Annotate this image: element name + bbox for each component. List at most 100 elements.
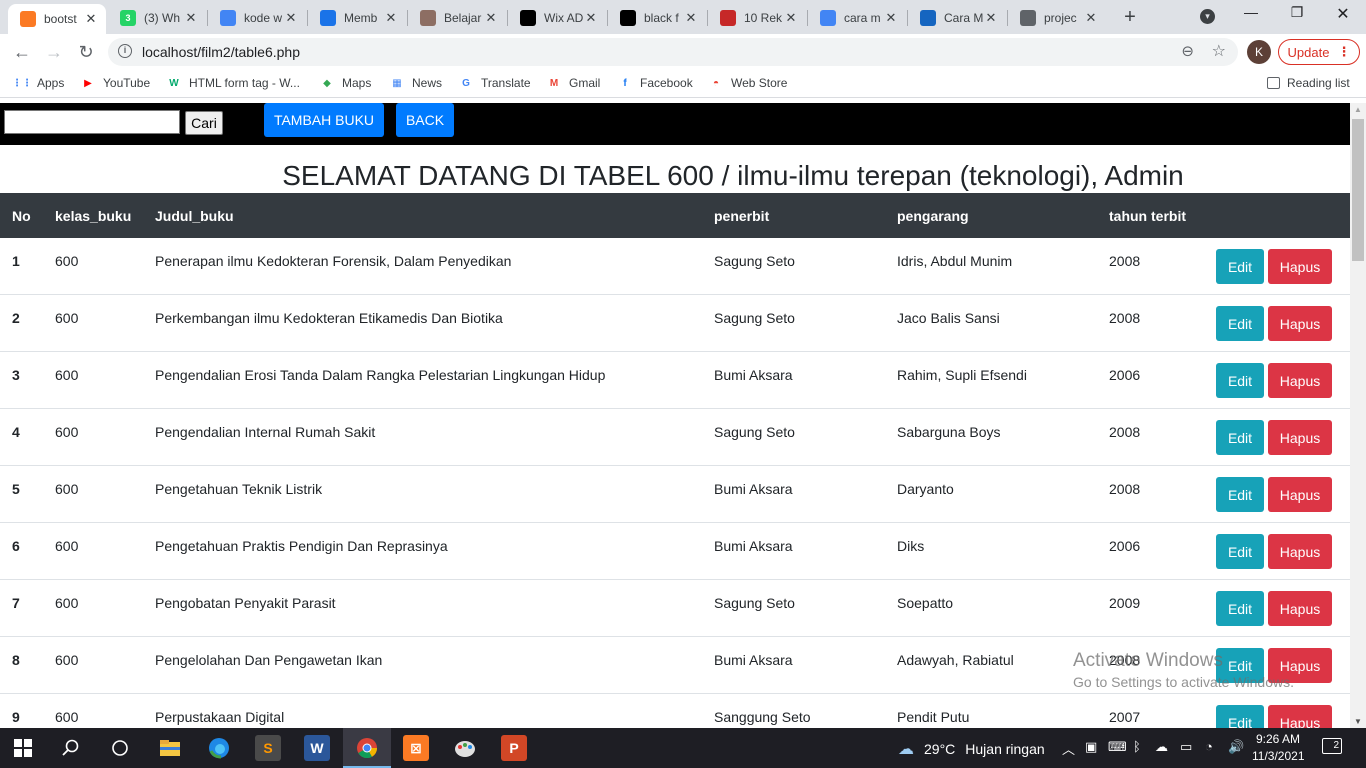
weather-widget[interactable]: ☁ 29°C Hujan ringan bbox=[898, 739, 1045, 759]
network-monitor-icon[interactable]: ▣ bbox=[1085, 739, 1097, 755]
table-row: 4 600 Pengendalian Internal Rumah Sakit Sag… bbox=[0, 409, 1350, 466]
delete-button[interactable]: Hapus bbox=[1268, 420, 1332, 455]
close-tab-icon[interactable]: ✕ bbox=[184, 10, 198, 26]
bookmark-item[interactable]: ◆ Maps bbox=[319, 76, 371, 90]
vertical-scrollbar[interactable]: ▲ ▼ bbox=[1350, 103, 1366, 728]
bookmark-item[interactable]: G Translate bbox=[458, 76, 530, 90]
delete-button[interactable]: Hapus bbox=[1268, 363, 1332, 398]
forward-arrow-icon[interactable]: → bbox=[42, 41, 66, 63]
browser-tab[interactable]: Cara M ✕ bbox=[908, 4, 1006, 32]
browser-tab[interactable]: Wix AD ✕ bbox=[508, 4, 606, 32]
browser-tab[interactable]: black f ✕ bbox=[608, 4, 706, 32]
chrome-icon[interactable] bbox=[354, 735, 380, 761]
delete-button[interactable]: Hapus bbox=[1268, 477, 1332, 512]
reading-list-button[interactable]: Reading list bbox=[1267, 76, 1350, 90]
back-button[interactable]: BACK bbox=[396, 103, 454, 137]
bookmark-item[interactable]: f Facebook bbox=[617, 76, 692, 90]
edge-browser-icon[interactable] bbox=[206, 735, 232, 761]
tab-search-icon[interactable]: ▾ bbox=[1200, 9, 1215, 24]
browser-tab[interactable]: 3 (3) Wh ✕ bbox=[108, 4, 206, 32]
show-hidden-icons[interactable]: ︿ bbox=[1062, 739, 1075, 758]
bookmark-item[interactable]: ◓ Web Store bbox=[708, 76, 788, 90]
edit-button[interactable]: Edit bbox=[1216, 477, 1264, 512]
battery-icon[interactable]: ▭ bbox=[1180, 739, 1192, 755]
edit-button[interactable]: Edit bbox=[1216, 705, 1264, 728]
bookmark-item[interactable]: W HTML form tag - W... bbox=[166, 76, 300, 90]
close-tab-icon[interactable]: ✕ bbox=[784, 10, 798, 26]
close-tab-icon[interactable]: ✕ bbox=[1084, 10, 1098, 26]
windows-start-icon[interactable] bbox=[10, 735, 36, 761]
word-icon[interactable]: W bbox=[304, 735, 330, 761]
browser-tab[interactable]: Belajar ✕ bbox=[408, 4, 506, 32]
site-info-icon[interactable]: i bbox=[118, 44, 132, 58]
cell-penerbit: Sagung Seto bbox=[714, 424, 795, 440]
webstore-icon: ◓ bbox=[712, 77, 720, 89]
close-window-button[interactable]: ✕ bbox=[1320, 4, 1366, 24]
new-tab-button[interactable]: + bbox=[1118, 6, 1142, 29]
page-title: SELAMAT DATANG DI TABEL 600 / ilmu-ilmu … bbox=[282, 160, 1184, 191]
search-button[interactable]: Cari bbox=[185, 111, 223, 135]
search-icon[interactable] bbox=[58, 735, 84, 761]
bookmark-item[interactable]: ▦ News bbox=[389, 76, 442, 90]
delete-button[interactable]: Hapus bbox=[1268, 648, 1332, 683]
bookmark-item[interactable]: ⋮⋮ Apps bbox=[12, 76, 64, 90]
url-text[interactable]: localhost/film2/table6.php bbox=[142, 44, 300, 60]
edit-button[interactable]: Edit bbox=[1216, 591, 1264, 626]
volume-icon[interactable]: 🔊 bbox=[1228, 739, 1244, 755]
bookmark-star-icon[interactable]: ☆ bbox=[1212, 41, 1226, 61]
reload-icon[interactable]: ↻ bbox=[74, 41, 98, 63]
xampp-icon[interactable]: ⊠ bbox=[403, 735, 429, 761]
browser-tab[interactable]: Memb ✕ bbox=[308, 4, 406, 32]
close-tab-icon[interactable]: ✕ bbox=[484, 10, 498, 26]
search-input[interactable] bbox=[4, 110, 180, 134]
scroll-up-arrow-icon[interactable]: ▲ bbox=[1354, 105, 1362, 114]
browser-tab[interactable]: projec ✕ bbox=[1008, 4, 1106, 32]
notification-center-icon[interactable]: 2 bbox=[1322, 736, 1342, 754]
scrollbar-thumb[interactable] bbox=[1352, 119, 1364, 261]
onscreen-keyboard-icon[interactable]: ⌨ bbox=[1108, 739, 1127, 755]
close-tab-icon[interactable]: ✕ bbox=[884, 10, 898, 26]
close-tab-icon[interactable]: ✕ bbox=[684, 10, 698, 26]
close-tab-icon[interactable]: ✕ bbox=[284, 10, 298, 26]
edit-button[interactable]: Edit bbox=[1216, 420, 1264, 455]
close-tab-icon[interactable]: ✕ bbox=[384, 10, 398, 26]
profile-avatar[interactable]: K bbox=[1247, 40, 1271, 64]
delete-button[interactable]: Hapus bbox=[1268, 591, 1332, 626]
delete-button[interactable]: Hapus bbox=[1268, 249, 1332, 284]
browser-tab[interactable]: 10 Rek ✕ bbox=[708, 4, 806, 32]
delete-button[interactable]: Hapus bbox=[1268, 534, 1332, 569]
maximize-button[interactable]: ❐ bbox=[1274, 4, 1320, 21]
close-tab-icon[interactable]: ✕ bbox=[584, 10, 598, 26]
edit-button[interactable]: Edit bbox=[1216, 306, 1264, 341]
edit-button[interactable]: Edit bbox=[1216, 363, 1264, 398]
add-book-button[interactable]: TAMBAH BUKU bbox=[264, 103, 384, 137]
powerpoint-icon[interactable]: P bbox=[501, 735, 527, 761]
edit-button[interactable]: Edit bbox=[1216, 648, 1264, 683]
update-button[interactable]: Update ⋮ bbox=[1278, 39, 1360, 65]
close-tab-icon[interactable]: ✕ bbox=[984, 10, 998, 26]
close-tab-icon[interactable]: ✕ bbox=[84, 11, 98, 27]
zoom-icon[interactable]: ⊖ bbox=[1181, 42, 1194, 60]
minimize-button[interactable]: — bbox=[1228, 4, 1274, 20]
bluetooth-icon[interactable]: ᛒ bbox=[1133, 739, 1141, 754]
edit-button[interactable]: Edit bbox=[1216, 249, 1264, 284]
browser-tab[interactable]: cara m ✕ bbox=[808, 4, 906, 32]
onedrive-cloud-icon[interactable]: ☁ bbox=[1155, 739, 1168, 755]
sublime-text-icon[interactable]: S bbox=[255, 735, 281, 761]
scroll-down-arrow-icon[interactable]: ▼ bbox=[1354, 717, 1362, 726]
back-arrow-icon[interactable]: ← bbox=[10, 41, 34, 63]
system-clock[interactable]: 9:26 AM 11/3/2021 bbox=[1252, 731, 1305, 765]
cell-penerbit: Sagung Seto bbox=[714, 595, 795, 611]
file-explorer-icon[interactable] bbox=[157, 735, 183, 761]
bookmark-item[interactable]: M Gmail bbox=[546, 76, 601, 90]
edit-button[interactable]: Edit bbox=[1216, 534, 1264, 569]
task-view-icon[interactable] bbox=[107, 735, 133, 761]
address-bar[interactable]: i localhost/film2/table6.php ⊖ ☆ bbox=[108, 38, 1238, 66]
wifi-icon[interactable]: ◔ bbox=[1205, 739, 1213, 754]
browser-tab[interactable]: bootst ✕ bbox=[8, 4, 106, 34]
paint-icon[interactable] bbox=[452, 735, 478, 761]
delete-button[interactable]: Hapus bbox=[1268, 306, 1332, 341]
browser-tab[interactable]: kode w ✕ bbox=[208, 4, 306, 32]
delete-button[interactable]: Hapus bbox=[1268, 705, 1332, 728]
bookmark-item[interactable]: ▶ YouTube bbox=[80, 76, 150, 90]
